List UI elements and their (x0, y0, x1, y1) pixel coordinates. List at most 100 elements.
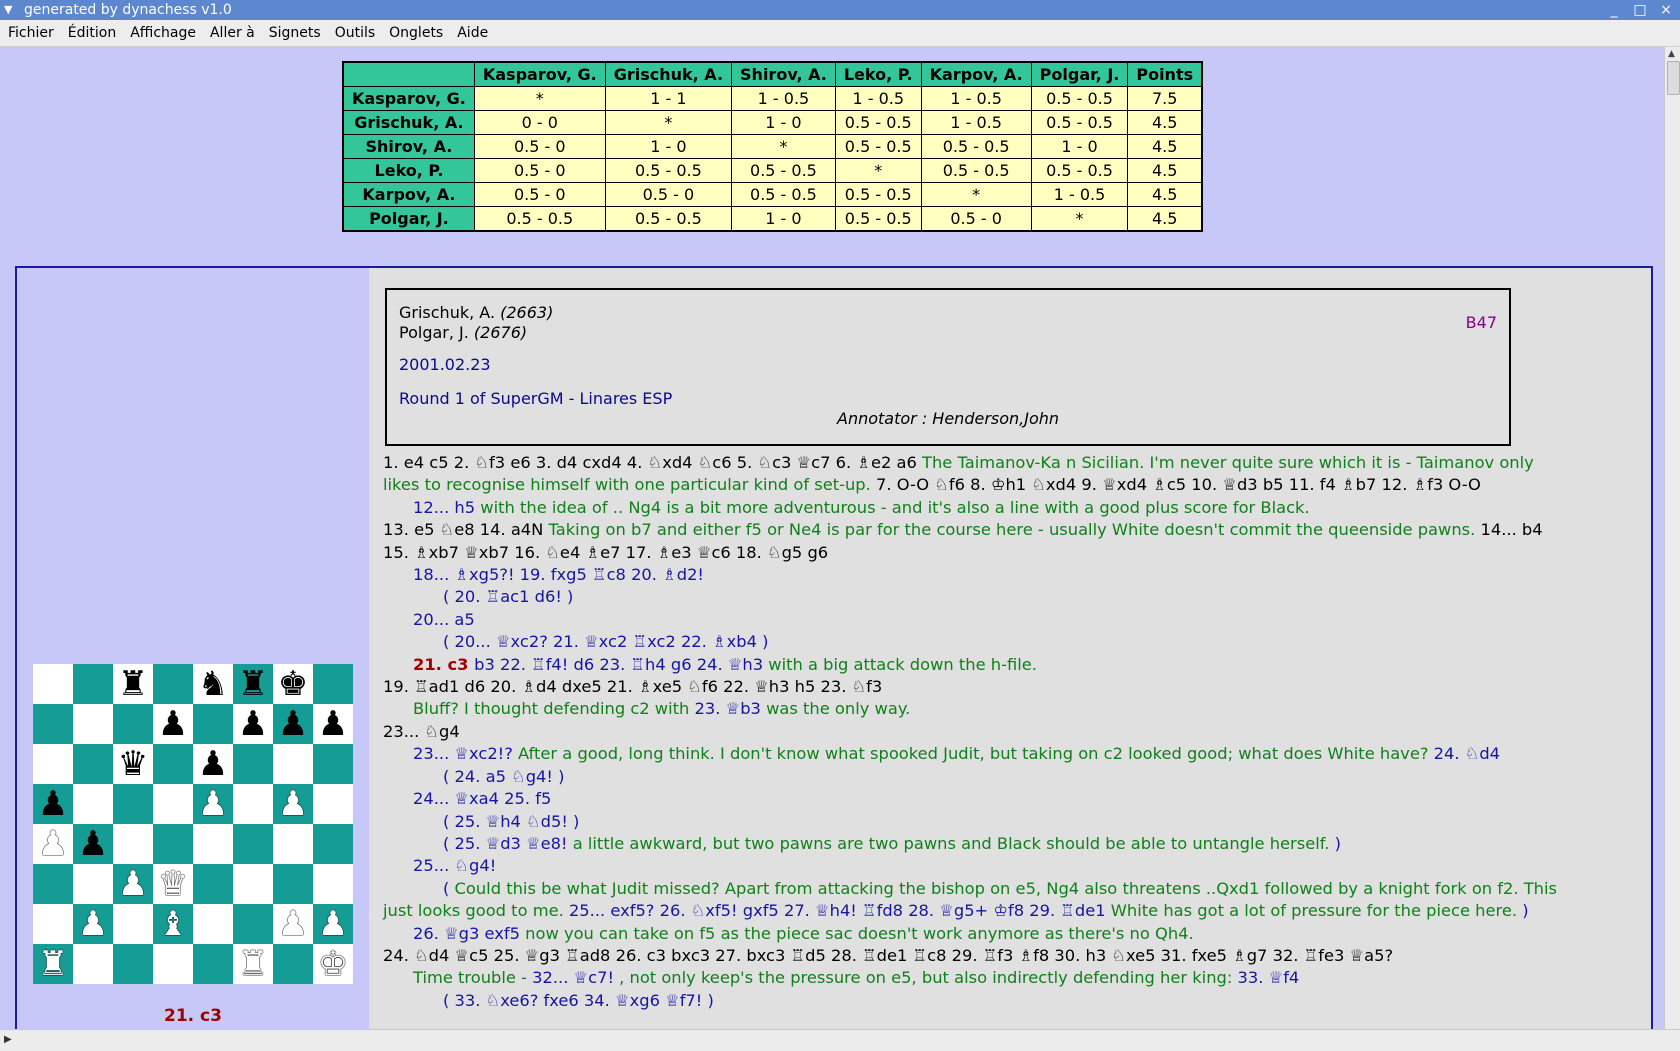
board-square[interactable]: ♟ (313, 904, 353, 944)
board-square[interactable]: ♟ (233, 704, 273, 744)
board-square[interactable] (193, 944, 233, 984)
board-square[interactable]: ♟ (33, 784, 73, 824)
board-square[interactable]: ♚ (273, 664, 313, 704)
mainline-moves[interactable]: 7. O-O ♘f6 8. ♔h1 ♘xd4 9. ♕xd4 ♗c5 10. ♕… (876, 475, 1481, 494)
variation-moves[interactable]: ( 25. ♕h4 ♘d5! ) (443, 812, 579, 831)
black-pawn-icon[interactable]: ♟ (38, 784, 68, 824)
variation-moves[interactable]: 20... a5 (413, 610, 475, 629)
board-square[interactable]: ♟ (153, 704, 193, 744)
variation-moves[interactable]: ) (1335, 834, 1341, 853)
board-square[interactable]: ♟ (193, 784, 233, 824)
variation-moves[interactable]: 24. ♘d4 (1434, 744, 1500, 763)
board-square[interactable] (233, 904, 273, 944)
board-square[interactable]: ♝ (153, 904, 193, 944)
board-square[interactable] (273, 944, 313, 984)
mainline-moves[interactable]: 23... ♘g4 (383, 722, 460, 741)
board-square[interactable] (113, 704, 153, 744)
variation-moves[interactable]: 25... exf5? 26. ♘xf5! gxf5 27. ♕h4! ♖fd8… (569, 901, 1111, 920)
scroll-left-icon[interactable]: ▶ (4, 1034, 12, 1045)
board-square[interactable] (73, 864, 113, 904)
black-rook-icon[interactable]: ♜ (118, 664, 148, 704)
vertical-scrollbar[interactable]: ▲ (1664, 47, 1680, 1029)
board-square[interactable] (193, 864, 233, 904)
board-square[interactable] (73, 704, 113, 744)
variation-moves[interactable]: ( 20... ♕xc2? 21. ♕xc2 ♖xc2 22. ♗xb4 ) (443, 632, 768, 651)
board-square[interactable] (153, 664, 193, 704)
white-pawn-icon[interactable]: ♟ (38, 824, 68, 864)
board-square[interactable] (153, 944, 193, 984)
black-pawn-icon[interactable]: ♟ (238, 704, 268, 744)
variation-moves[interactable]: 25... ♘g4! (413, 856, 496, 875)
board-square[interactable]: ♟ (73, 904, 113, 944)
menu-affichage[interactable]: Affichage (130, 25, 196, 41)
horizontal-scrollbar[interactable]: ▶ (0, 1029, 1680, 1051)
black-king-icon[interactable]: ♚ (278, 664, 308, 704)
board-square[interactable] (73, 944, 113, 984)
board-square[interactable]: ♜ (113, 664, 153, 704)
board-square[interactable] (33, 904, 73, 944)
board-square[interactable] (153, 824, 193, 864)
board-square[interactable] (273, 864, 313, 904)
board-square[interactable] (193, 904, 233, 944)
mainline-moves[interactable]: 19. ♖ad1 d6 20. ♗d4 dxe5 21. ♗xe5 ♘f6 22… (383, 677, 882, 696)
variation-moves[interactable]: ( (443, 879, 455, 898)
board-square[interactable] (273, 824, 313, 864)
board-square[interactable]: ♚ (313, 944, 353, 984)
white-queen-icon[interactable]: ♛ (158, 864, 188, 904)
white-king-icon[interactable]: ♚ (318, 944, 348, 984)
black-pawn-icon[interactable]: ♟ (318, 704, 348, 744)
board-square[interactable]: ♞ (193, 664, 233, 704)
variation-moves[interactable]: 24... ♕xa4 25. f5 (413, 789, 551, 808)
variation-moves[interactable]: ) (1522, 901, 1528, 920)
board-square[interactable]: ♟ (273, 704, 313, 744)
board-square[interactable] (273, 744, 313, 784)
menu-onglets[interactable]: Onglets (389, 25, 443, 41)
board-square[interactable] (33, 744, 73, 784)
black-knight-icon[interactable]: ♞ (198, 664, 228, 704)
black-pawn-icon[interactable]: ♟ (78, 824, 108, 864)
variation-moves[interactable]: b3 22. ♖f4! d6 23. ♖h4 g6 24. ♕h3 (474, 655, 768, 674)
board-square[interactable]: ♟ (113, 864, 153, 904)
menu-aller-a[interactable]: Aller à (210, 25, 255, 41)
board-square[interactable] (233, 784, 273, 824)
board-square[interactable] (233, 824, 273, 864)
white-pawn-icon[interactable]: ♟ (278, 904, 308, 944)
board-square[interactable]: ♜ (233, 664, 273, 704)
white-pawn-icon[interactable]: ♟ (198, 784, 228, 824)
mainline-moves[interactable]: 14... b4 (1481, 520, 1543, 539)
board-square[interactable] (113, 904, 153, 944)
black-pawn-icon[interactable]: ♟ (198, 744, 228, 784)
minimize-button[interactable]: _ (1606, 0, 1622, 20)
black-queen-icon[interactable]: ♛ (118, 744, 148, 784)
close-button[interactable]: × (1658, 0, 1674, 20)
board-square[interactable] (113, 824, 153, 864)
variation-moves[interactable]: 32... ♕c7! (532, 968, 619, 987)
chess-board[interactable]: ♜ ♞ ♜ ♚ ♟ ♟ ♟ ♟ ♛ ♟ ♟ ♟ ♟ ♟ ♟ ♟ ♛ ♟ ♝ ♟ ♟ ♜ ♜ ♚ (33, 664, 353, 984)
window-menu-icon[interactable]: ▼ (4, 0, 12, 20)
board-square[interactable] (73, 664, 113, 704)
variation-moves[interactable]: 12... h5 (413, 498, 480, 517)
scroll-thumb[interactable] (1667, 61, 1680, 95)
white-pawn-icon[interactable]: ♟ (278, 784, 308, 824)
black-pawn-icon[interactable]: ♟ (158, 704, 188, 744)
board-square[interactable] (313, 664, 353, 704)
variation-moves[interactable]: ( 24. a5 ♘g4! ) (443, 767, 564, 786)
board-square[interactable] (33, 664, 73, 704)
board-square[interactable]: ♟ (193, 744, 233, 784)
variation-moves[interactable]: 26. ♕g3 exf5 (413, 924, 525, 943)
board-square[interactable] (153, 784, 193, 824)
black-pawn-icon[interactable]: ♟ (278, 704, 308, 744)
white-pawn-icon[interactable]: ♟ (318, 904, 348, 944)
board-square[interactable]: ♜ (33, 944, 73, 984)
mainline-moves[interactable]: 13. e5 ♘e8 14. a4N (383, 520, 549, 539)
mainline-moves[interactable]: 15. ♗xb7 ♕xb7 16. ♘e4 ♗e7 17. ♗e3 ♕c6 18… (383, 543, 828, 562)
board-square[interactable] (193, 704, 233, 744)
white-rook-icon[interactable]: ♜ (38, 944, 68, 984)
board-square[interactable] (313, 784, 353, 824)
current-move[interactable]: 21. c3 (413, 655, 474, 674)
board-square[interactable]: ♟ (273, 784, 313, 824)
menu-outils[interactable]: Outils (335, 25, 375, 41)
board-square[interactable] (33, 704, 73, 744)
scroll-up-icon[interactable]: ▲ (1668, 49, 1675, 59)
menu-aide[interactable]: Aide (457, 25, 488, 41)
